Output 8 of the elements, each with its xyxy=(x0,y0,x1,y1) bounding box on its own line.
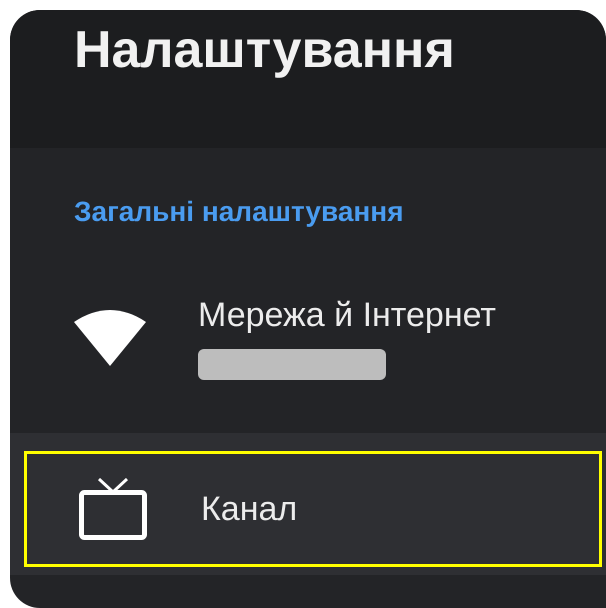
item-label: Канал xyxy=(201,490,298,528)
tv-icon xyxy=(79,478,147,540)
settings-item[interactable]: Канал xyxy=(10,433,606,575)
item-label: Мережа й Інтернет xyxy=(198,296,496,335)
settings-item[interactable]: Мережа й Інтернет xyxy=(10,263,606,433)
section-heading: Загальні налаштування xyxy=(73,195,405,229)
wifi-icon xyxy=(74,310,146,366)
screen-title: Налаштування xyxy=(74,20,455,80)
